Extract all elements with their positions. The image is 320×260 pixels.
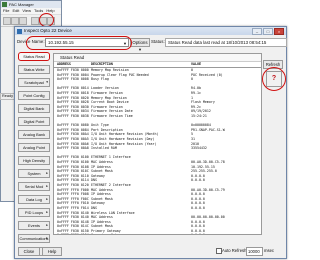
sidebar-item-communications[interactable]: Communications ▸	[18, 234, 50, 243]
menu-file[interactable]: File	[3, 8, 9, 13]
sidebar-item-label: Analog Point	[22, 145, 46, 150]
sidebar-item-label: Communications	[19, 236, 49, 241]
sidebar-item-status-read[interactable]: Status Read	[18, 52, 50, 61]
interval-unit-label: msec	[264, 248, 275, 253]
sidebar-item-label: Data Log	[26, 197, 42, 202]
sidebar-item-pid-loops[interactable]: PID Loops ▸	[18, 208, 50, 217]
chevron-icon: ▸	[46, 223, 48, 227]
save-icon[interactable]	[19, 17, 27, 25]
status-read-text[interactable]: ADDRESS DESCRIPTION VALUE 0xFFFF F030 00…	[54, 62, 261, 234]
config-icon[interactable]	[31, 17, 39, 25]
sidebar-item-label: High Density	[22, 158, 46, 163]
sidebar-item-point-config[interactable]: Point Config	[18, 91, 50, 100]
inspect-window-icon	[17, 28, 22, 34]
pac-manager-titlebar: PAC Manager	[1, 1, 61, 8]
chevron-icon: ▸	[46, 184, 48, 188]
sidebar-item-status-write[interactable]: Status Write	[18, 65, 50, 74]
sidebar-item-label: System	[27, 171, 41, 176]
sidebar-item-high-density[interactable]: High Density	[18, 156, 50, 165]
sidebar-item-label: Digital Bank	[23, 106, 45, 111]
inspect-window: Inspect Opto 22 Device – □ × Device Name: …	[14, 26, 287, 259]
pac-manager-title: PAC Manager	[9, 2, 34, 7]
sidebar-item-label: Analog Bank	[22, 132, 46, 137]
menu-tools[interactable]: Tools	[34, 8, 43, 13]
inspect-titlebar: Inspect Opto 22 Device – □ ×	[15, 27, 286, 35]
sidebar-item-label: PID Loops	[24, 210, 44, 215]
description-cell: Secondary Gateway	[91, 233, 191, 234]
column-header-description: DESCRIPTION	[91, 62, 113, 66]
sidebar-item-digital-point[interactable]: Digital Point	[18, 117, 50, 126]
sidebar-item-data-log[interactable]: Data Log ▸	[18, 195, 50, 204]
menu-edit[interactable]: Edit	[12, 8, 19, 13]
status-bar-ready: Ready	[0, 93, 15, 100]
sidebar-item-system[interactable]: System ▸	[18, 169, 50, 178]
column-header-address: ADDRESS	[57, 62, 71, 66]
new-icon[interactable]	[3, 17, 11, 25]
close-window-button[interactable]: ×	[274, 28, 284, 35]
chevron-icon: ▸	[46, 236, 48, 240]
table-row: 0xFFFF F030 0154Secondary Gateway0.0.0.0	[54, 233, 261, 234]
maximize-button[interactable]: □	[263, 28, 273, 35]
menu-view[interactable]: View	[22, 8, 31, 13]
chevron-icon: ▸	[46, 197, 48, 201]
app-icon	[2, 2, 7, 7]
panel-title: Status Read	[54, 54, 261, 62]
sidebar-item-serial-mod[interactable]: Serial Mod ▸	[18, 182, 50, 191]
sidebar-item-label: Scratchpad	[24, 80, 44, 85]
device-name-highlight	[26, 36, 132, 50]
help-button-highlight	[262, 67, 286, 91]
chevron-icon: ▾	[46, 80, 48, 84]
status-field: Status Read data last read at 18/10/2013…	[165, 38, 287, 47]
table-header: ADDRESS DESCRIPTION VALUE	[54, 62, 261, 68]
sidebar-item-label: Events	[28, 223, 40, 228]
sidebar-item-label: Status Read	[23, 54, 45, 59]
footer: Close Help Auto Refresh 10000 msec	[18, 247, 283, 256]
inspect-window-title: Inspect Opto 22 Device	[24, 28, 72, 33]
auto-refresh-label: Auto Refresh	[222, 248, 247, 253]
sidebar-item-events[interactable]: Events ▸	[18, 221, 50, 230]
column-header-value: VALUE	[191, 62, 201, 66]
table-body: 0xFFFF F030 0000 Memory Map Revision 0 0xFF…	[54, 68, 261, 234]
address-cell: 0xFFFF F030 0154	[57, 233, 91, 234]
minimize-button[interactable]: –	[252, 28, 262, 35]
status-label: Status:	[151, 39, 165, 44]
sidebar: Status Read Status Write Scratchpad ▾ Poi…	[18, 52, 50, 260]
open-icon[interactable]	[11, 17, 19, 25]
chevron-icon: ▸	[46, 171, 48, 175]
close-button[interactable]: Close	[18, 247, 40, 256]
menu-bar: File Edit View Tools Help	[1, 8, 61, 15]
sidebar-item-scratchpad[interactable]: Scratchpad ▾	[18, 78, 50, 87]
sidebar-item-label: Serial Mod	[24, 184, 44, 189]
inspect-icon-highlight	[39, 13, 54, 27]
status-read-panel: Status Read ADDRESS DESCRIPTION VALUE 0x…	[53, 53, 262, 235]
sidebar-item-digital-bank[interactable]: Digital Bank	[18, 104, 50, 113]
sidebar-item-label: Digital Point	[23, 119, 45, 124]
sidebar-item-analog-bank[interactable]: Analog Bank	[18, 130, 50, 139]
value-cell: 0.0.0.0	[191, 233, 251, 234]
chevron-icon: ▸	[46, 210, 48, 214]
options-button[interactable]: Options ▾	[130, 38, 150, 52]
sidebar-item-label: Status Write	[23, 67, 45, 72]
sidebar-item-analog-point[interactable]: Analog Point	[18, 143, 50, 152]
refresh-interval-field[interactable]: 10000	[246, 247, 263, 256]
options-label: Options	[132, 40, 148, 45]
help-text-button[interactable]: Help	[42, 247, 62, 256]
sidebar-item-label: Point Config	[23, 93, 45, 98]
